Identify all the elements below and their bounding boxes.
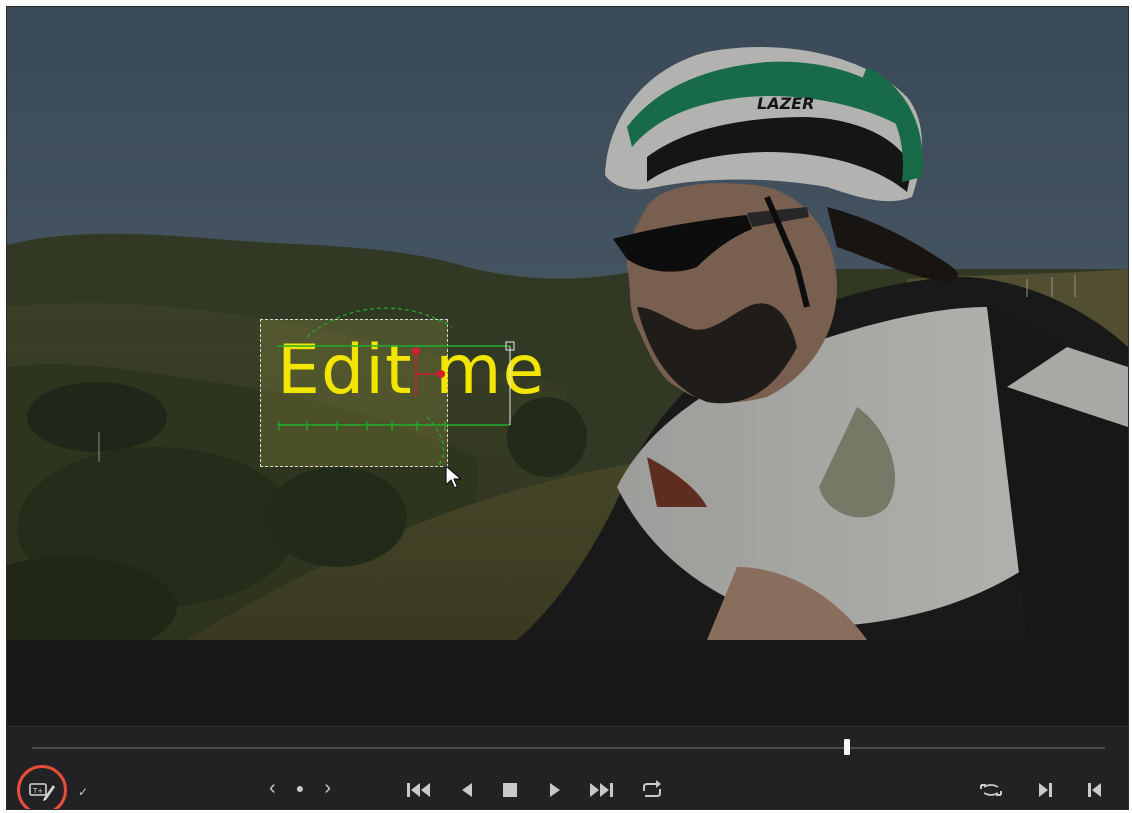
scrubber-track[interactable] — [32, 747, 1105, 749]
loop-icon — [643, 780, 661, 797]
jump-to-start-button[interactable] — [405, 780, 435, 800]
video-viewer[interactable]: LAZER Edit me — [7, 7, 1128, 640]
title-text-overlay[interactable]: Edit me — [277, 337, 545, 405]
jump-to-end-button[interactable] — [585, 780, 615, 800]
mark-out-icon — [1088, 783, 1101, 797]
play-reverse-icon — [462, 783, 472, 797]
stop-icon — [503, 783, 517, 797]
play-icon — [550, 783, 560, 797]
jump-to-end-icon — [590, 783, 613, 797]
keyframe-button[interactable]: ● — [296, 780, 304, 796]
video-frame-image: LAZER — [7, 7, 1128, 640]
mark-in-button[interactable] — [1035, 780, 1055, 800]
text-edit-tool-icon: T+ — [29, 783, 55, 801]
stop-button[interactable] — [500, 780, 520, 800]
match-frame-icon — [980, 784, 1002, 796]
mark-out-button[interactable] — [1085, 780, 1105, 800]
mark-in-icon — [1039, 783, 1052, 797]
match-frame-button[interactable] — [977, 779, 1005, 801]
edit-tool-dropdown[interactable]: ✓ — [77, 785, 89, 799]
playhead[interactable] — [844, 739, 851, 755]
text-edit-tool-button[interactable]: T+ — [27, 777, 57, 803]
prev-keyframe-button[interactable]: ‹ — [269, 777, 276, 800]
play-button[interactable] — [545, 780, 565, 800]
viewer-letterbox — [7, 640, 1128, 726]
viewer-window: LAZER Edit me T+ ✓ ‹ ● › — [6, 6, 1129, 810]
mouse-cursor-icon — [445, 465, 462, 489]
jump-to-start-icon — [407, 783, 430, 797]
next-keyframe-button[interactable]: › — [324, 777, 331, 800]
play-reverse-button[interactable] — [457, 780, 477, 800]
helmet-brand-text: LAZER — [757, 94, 814, 113]
keyframe-navigation: ‹ ● › — [269, 775, 331, 801]
transport-bar: T+ ✓ ‹ ● › — [7, 726, 1128, 809]
svg-text:T+: T+ — [32, 787, 43, 795]
loop-button[interactable] — [637, 777, 667, 803]
